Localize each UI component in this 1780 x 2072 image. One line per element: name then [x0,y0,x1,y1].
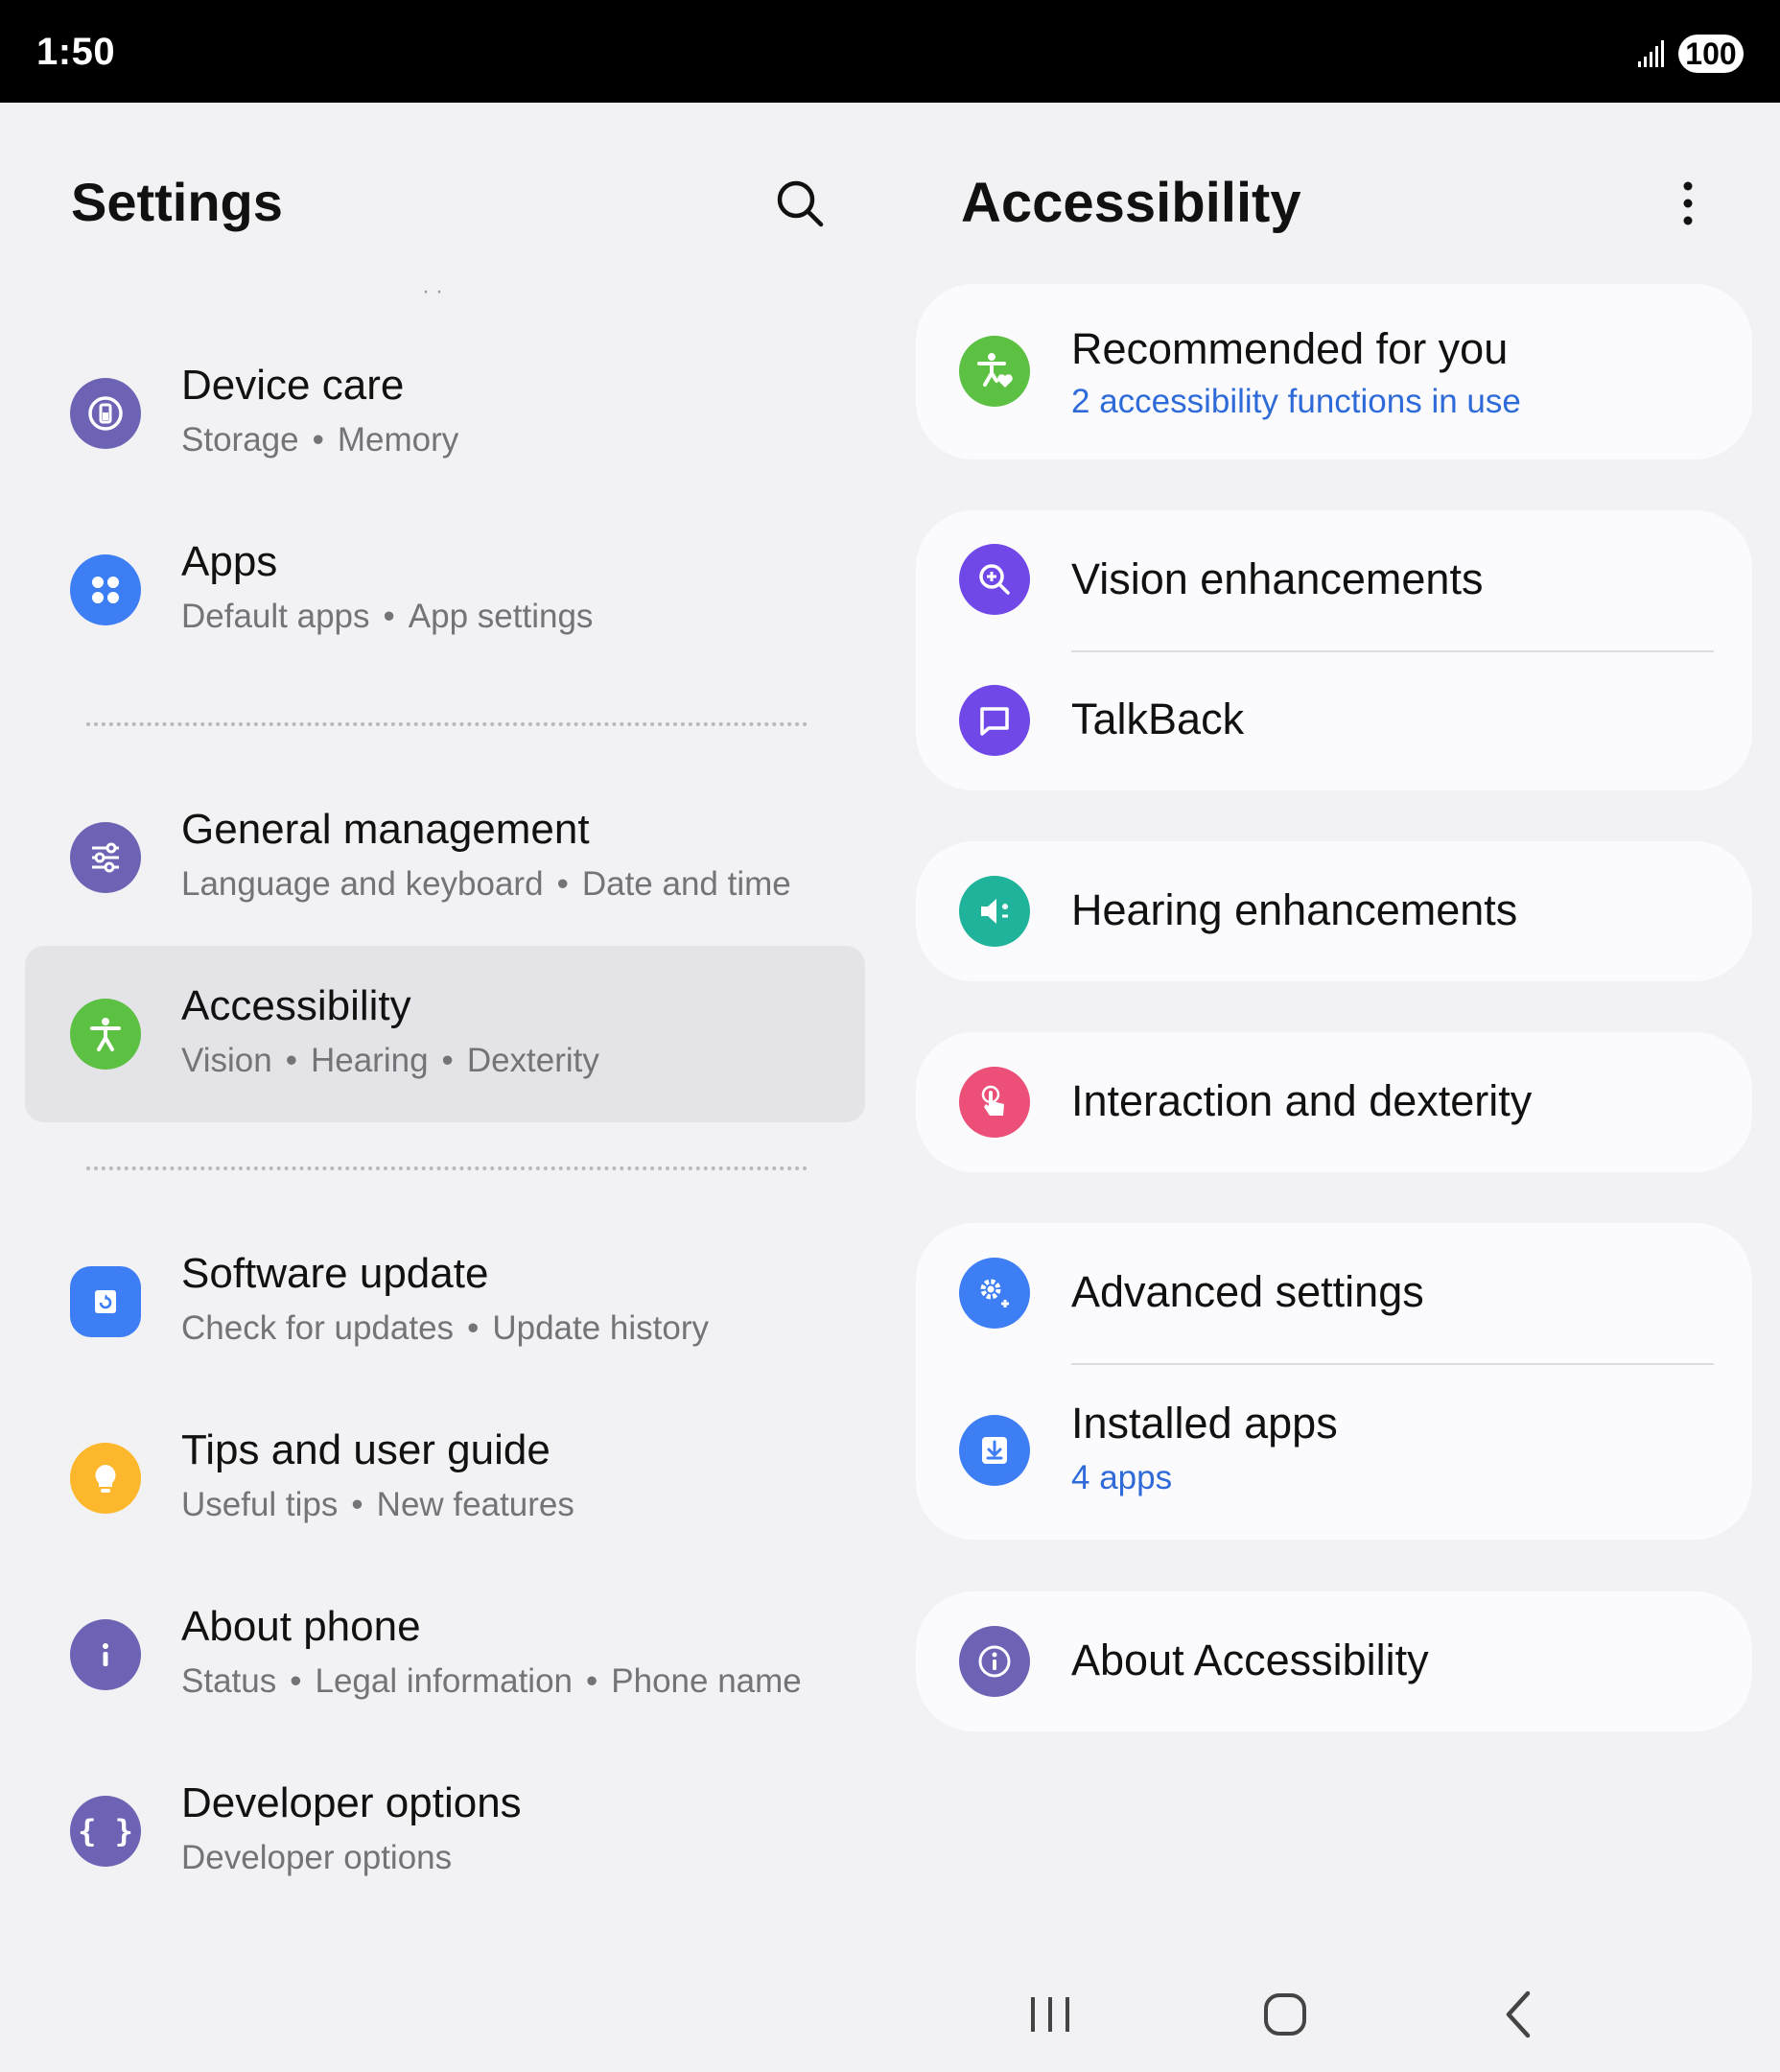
scroll-indicator: ·· [422,278,449,304]
settings-title: Settings [71,172,283,232]
settings-item-title: About phone [181,1603,421,1650]
lightbulb-icon [70,1443,141,1514]
software-update-icon [70,1266,141,1337]
talkback-title: TalkBack [1071,695,1245,743]
vision-card: Vision enhancements TalkBack [916,510,1752,790]
settings-item-subtitle: Check for updates • Update history [181,1309,709,1347]
accessibility-icon [70,999,141,1070]
vision-enhancements-title: Vision enhancements [1071,554,1484,603]
settings-item-title: Device care [181,362,405,409]
magnifier-plus-icon [959,544,1030,615]
chat-bubble-icon [959,685,1030,756]
settings-item-developer-options[interactable]: { } Developer options Developer options [25,1743,865,1919]
settings-item-title: Software update [181,1250,489,1297]
settings-item-subtitle: Status • Legal information • Phone name [181,1662,802,1700]
section-divider [86,1166,808,1170]
hearing-enhancements-title: Hearing enhancements [1071,885,1518,934]
code-braces-icon: { } [70,1796,141,1867]
recents-icon[interactable] [1012,1976,1089,2053]
signal-icon [1638,40,1664,67]
settings-item-apps[interactable]: Apps Default apps • App settings [25,502,865,678]
interaction-card: Interaction and dexterity [916,1032,1752,1172]
search-icon[interactable] [773,177,827,230]
apps-icon [70,554,141,625]
settings-item-subtitle: Default apps • App settings [181,598,594,635]
section-divider [86,722,808,726]
settings-item-tips[interactable]: Tips and user guide Useful tips • New feat… [25,1390,865,1566]
info-icon [70,1619,141,1690]
device-care-icon [70,378,141,449]
settings-item-subtitle: Storage • Memory [181,421,459,459]
navigation-bar [0,1957,1780,2072]
settings-item-title: Developer options [181,1779,522,1826]
info-icon [959,1626,1030,1697]
recommended-title: Recommended for you [1071,324,1509,373]
interaction-dexterity-title: Interaction and dexterity [1071,1076,1533,1125]
settings-item-title: Accessibility [181,982,411,1029]
settings-item-subtitle: Language and keyboard • Date and time [181,865,791,903]
advanced-card: Advanced settings Installed apps 4 apps [916,1223,1752,1540]
settings-item-subtitle: Developer options [181,1839,453,1876]
about-accessibility-title: About Accessibility [1071,1636,1429,1684]
advanced-settings-title: Advanced settings [1071,1267,1424,1316]
recommended-subtitle: 2 accessibility functions in use [1071,383,1521,420]
recommended-card: Recommended for you 2 accessibility func… [916,284,1752,459]
accessibility-heart-icon [959,336,1030,407]
settings-item-device-care[interactable]: Device care Storage • Memory [25,325,865,502]
settings-item-software-update[interactable]: Software update Check for updates • Update… [25,1213,865,1390]
speaker-icon [959,876,1030,947]
battery-indicator: 100 [1678,35,1744,73]
talkback-row[interactable]: TalkBack [916,650,1752,790]
download-icon [959,1415,1030,1486]
interaction-dexterity-row[interactable]: Interaction and dexterity [916,1032,1752,1172]
touch-hand-icon [959,1067,1030,1138]
settings-item-title: Tips and user guide [181,1426,550,1473]
settings-item-subtitle: Vision • Hearing • Dexterity [181,1042,599,1079]
more-vertical-icon[interactable] [1669,178,1707,228]
status-bar: 1:50 100 [0,0,1780,103]
back-icon[interactable] [1482,1976,1558,2053]
gear-plus-icon [959,1258,1030,1329]
settings-item-title: Apps [181,538,278,585]
settings-item-general-management[interactable]: General management Language and keyboard… [25,769,865,946]
status-time: 1:50 [36,31,116,73]
about-accessibility-row[interactable]: About Accessibility [916,1591,1752,1731]
advanced-settings-row[interactable]: Advanced settings [916,1223,1752,1363]
vision-enhancements-row[interactable]: Vision enhancements [916,510,1752,650]
home-icon[interactable] [1247,1976,1323,2053]
settings-item-about-phone[interactable]: About phone Status • Legal information • Pho… [25,1566,865,1743]
recommended-row[interactable]: Recommended for you 2 accessibility func… [916,284,1752,459]
installed-apps-subtitle: 4 apps [1071,1459,1173,1496]
accessibility-title: Accessibility [961,172,1301,234]
installed-apps-row[interactable]: Installed apps 4 apps [916,1363,1752,1540]
sliders-icon [70,822,141,893]
about-card: About Accessibility [916,1591,1752,1731]
hearing-enhancements-row[interactable]: Hearing enhancements [916,841,1752,981]
settings-item-accessibility[interactable]: Accessibility Vision • Hearing • Dexterity [25,946,865,1122]
hearing-card: Hearing enhancements [916,841,1752,981]
settings-item-title: General management [181,806,590,853]
installed-apps-title: Installed apps [1071,1399,1338,1448]
settings-item-subtitle: Useful tips • New features [181,1486,574,1523]
